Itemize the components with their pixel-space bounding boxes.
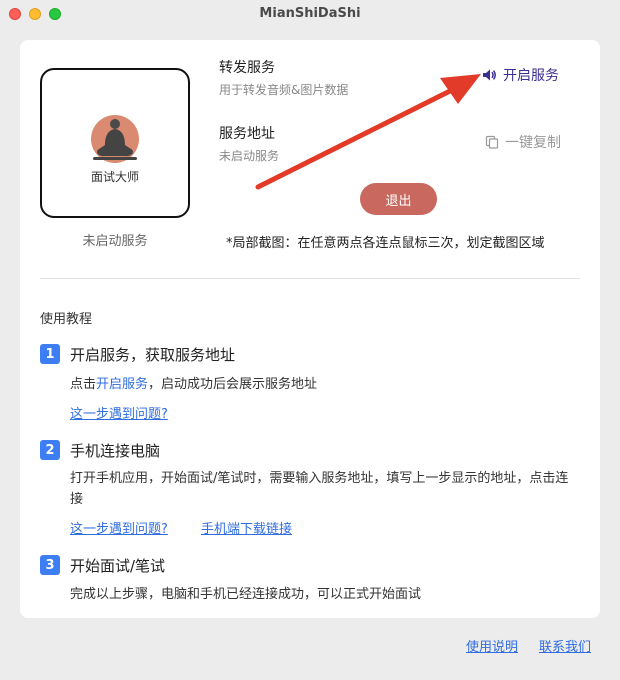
step-1-title: 开启服务，获取服务地址 [70, 346, 236, 364]
title-bar: MianShiDaShi [0, 0, 620, 28]
tutorial-heading: 使用教程 [40, 312, 93, 327]
step-1-start-service-link[interactable]: 开启服务 [96, 377, 148, 392]
step-1-body-suffix: ，启动成功后会展示服务地址 [148, 377, 318, 392]
window-title: MianShiDaShi [259, 6, 361, 21]
forward-service-title: 转发服务 [219, 60, 275, 76]
divider [40, 278, 580, 279]
mobile-download-link[interactable]: 手机端下载链接 [201, 518, 292, 537]
meditation-logo-icon [91, 115, 139, 163]
step-1-body-prefix: 点击 [70, 377, 97, 392]
copy-address-label: 一键复制 [505, 135, 561, 151]
step-3-body: 完成以上步骤，电脑和手机已经连接成功，可以正式开始面试 [70, 587, 422, 602]
app-logo: 面试大师 [40, 68, 190, 218]
logo-caption: 面试大师 [90, 170, 139, 184]
main-card: 面试大师 未启动服务 转发服务 用于转发音频&图片数据 开启服务 服务地址 未启… [20, 40, 600, 618]
screenshot-tip: *局部截图：在任意两点各连点鼠标三次，划定截图区域 [226, 236, 545, 251]
copy-icon [485, 135, 499, 149]
forward-service-description: 用于转发音频&图片数据 [219, 83, 349, 97]
start-service-button[interactable]: 开启服务 [481, 65, 559, 85]
start-service-label: 开启服务 [503, 68, 559, 84]
step-1-number: 1 [40, 344, 60, 364]
exit-button[interactable]: 退出 [360, 183, 437, 215]
copy-address-button[interactable]: 一键复制 [485, 132, 561, 152]
step-1-body: 点击开启服务，启动成功后会展示服务地址 [70, 374, 580, 395]
step-2-help-link[interactable]: 这一步遇到问题? [70, 518, 168, 537]
step-2-title: 手机连接电脑 [70, 442, 161, 460]
step-2-number: 2 [40, 440, 60, 460]
service-address-title: 服务地址 [219, 126, 275, 142]
service-address-value: 未启动服务 [219, 149, 280, 163]
logo-status-text: 未启动服务 [82, 234, 148, 249]
step-3-number: 3 [40, 555, 60, 575]
step-3-title: 开始面试/笔试 [70, 557, 166, 575]
contact-link[interactable]: 联系我们 [539, 636, 591, 655]
step-2-body: 打开手机应用，开始面试/笔试时，需要输入服务地址，填写上一步显示的地址，点击连接 [70, 471, 569, 507]
help-link[interactable]: 使用说明 [466, 636, 518, 655]
speaker-icon [483, 69, 496, 81]
step-1-help-link[interactable]: 这一步遇到问题? [70, 403, 168, 422]
